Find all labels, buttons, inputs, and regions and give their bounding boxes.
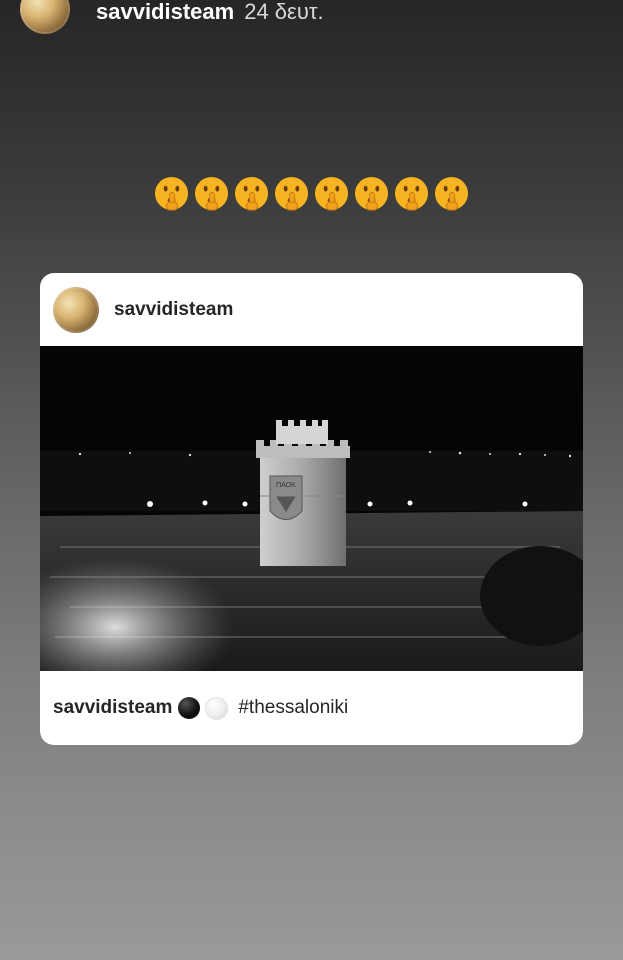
post-caption: savvidisteam #thessaloniki — [53, 683, 348, 733]
story-timestamp: 24 δευτ. — [244, 0, 324, 24]
hashtag-link[interactable]: #thessaloniki — [238, 697, 348, 719]
shushing-face-icon — [234, 176, 269, 211]
shushing-face-icon — [154, 176, 189, 211]
shared-post-card[interactable]: savvidisteam ΠΑΟΚ savvidisteam #thessalo… — [40, 273, 583, 745]
caption-username[interactable]: savvidisteam — [53, 697, 172, 719]
post-username[interactable]: savvidisteam — [114, 299, 233, 321]
post-photo[interactable]: ΠΑΟΚ — [40, 346, 583, 671]
black-circle-icon — [178, 697, 201, 719]
story-header: savvidisteam 24 δευτ. — [20, 0, 324, 40]
story-username[interactable]: savvidisteam — [96, 0, 234, 25]
post-header: savvidisteam — [40, 273, 583, 346]
shushing-face-icon — [394, 176, 429, 211]
shushing-face-icon — [314, 176, 349, 211]
shushing-face-icon — [194, 176, 229, 211]
svg-text:ΠΑΟΚ: ΠΑΟΚ — [276, 482, 296, 489]
shushing-face-icon — [354, 176, 389, 211]
white-circle-icon — [205, 696, 229, 720]
shush-emoji-row — [0, 176, 623, 211]
post-avatar[interactable] — [53, 286, 99, 333]
shushing-face-icon — [434, 176, 469, 211]
story-avatar[interactable] — [20, 0, 70, 34]
shushing-face-icon — [274, 176, 309, 211]
